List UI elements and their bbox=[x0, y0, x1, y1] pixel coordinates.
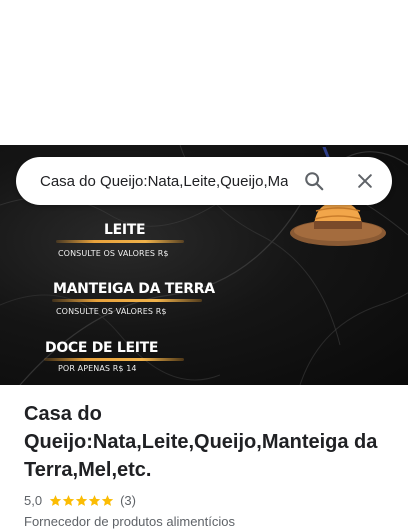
menu-item-title-doce: DOCE DE LEITE bbox=[45, 340, 159, 356]
review-count[interactable]: (3) bbox=[120, 493, 136, 508]
menu-item-subtitle-manteiga: CONSULTE OS VALORES R$ bbox=[56, 307, 167, 316]
star-icon bbox=[101, 495, 114, 506]
menu-item-title-leite: LEITE bbox=[104, 222, 146, 238]
clear-search-button[interactable] bbox=[353, 169, 377, 193]
menu-item-underline bbox=[56, 240, 184, 243]
rating-row[interactable]: 5,0 (3) bbox=[24, 493, 136, 508]
menu-item-underline bbox=[44, 358, 184, 361]
menu-item-subtitle-doce: POR APENAS R$ 14 bbox=[58, 364, 137, 373]
star-icon bbox=[88, 495, 101, 506]
star-icon bbox=[49, 495, 62, 506]
place-photo[interactable]: LEITE CONSULTE OS VALORES R$ MANTEIGA DA… bbox=[0, 145, 408, 385]
star-icon bbox=[75, 495, 88, 506]
search-bar bbox=[16, 157, 392, 205]
search-input[interactable] bbox=[40, 172, 288, 190]
rating-value: 5,0 bbox=[24, 493, 43, 508]
menu-item-subtitle-leite: CONSULTE OS VALORES R$ bbox=[58, 249, 169, 258]
star-rating bbox=[49, 494, 114, 507]
top-blank-area bbox=[0, 0, 408, 145]
menu-item-underline bbox=[52, 299, 202, 302]
star-icon bbox=[62, 495, 75, 506]
place-category: Fornecedor de produtos alimentícios bbox=[24, 514, 236, 529]
place-info: Casa do Queijo:Nata,Leite,Queijo,Manteig… bbox=[24, 400, 384, 484]
search-button[interactable] bbox=[302, 169, 326, 193]
search-icon bbox=[305, 172, 324, 191]
close-icon bbox=[358, 174, 372, 188]
menu-item-title-manteiga: MANTEIGA DA TERRA bbox=[53, 281, 215, 297]
place-title: Casa do Queijo:Nata,Leite,Queijo,Manteig… bbox=[24, 403, 378, 481]
